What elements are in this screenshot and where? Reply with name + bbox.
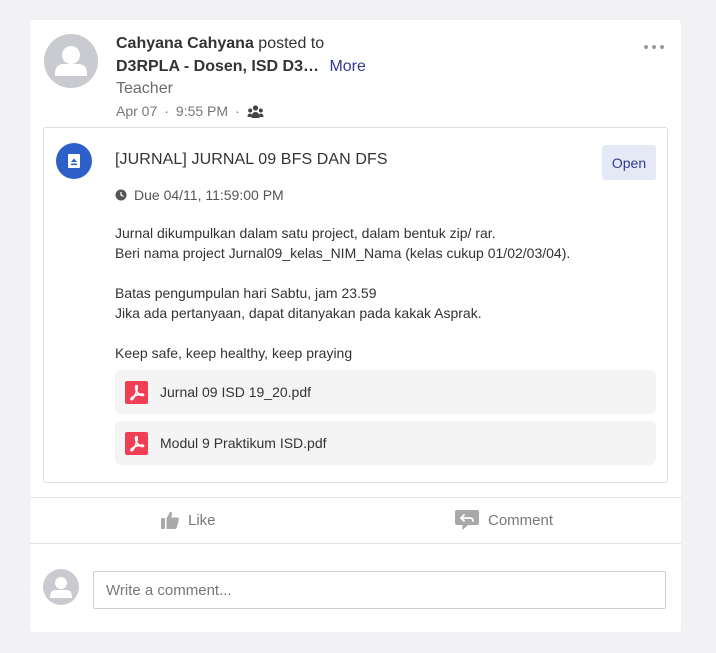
due-text: Due 04/11, 11:59:00 PM [134,187,284,203]
open-button[interactable]: Open [602,145,656,180]
like-button[interactable]: Like [160,508,216,532]
pdf-icon [125,380,148,404]
file-name: Modul 9 Praktikum ISD.pdf [160,435,327,451]
due-date: Due 04/11, 11:59:00 PM [115,187,284,203]
post-time: 9:55 PM [175,103,229,119]
current-user-avatar [43,569,79,605]
pdf-icon [125,431,148,455]
divider [30,497,681,498]
kebab-menu-icon[interactable] [643,40,665,54]
description-line: Jika ada pertanyaan, dapat ditanyakan pa… [115,305,482,321]
assignment-title[interactable]: [JURNAL] JURNAL 09 BFS DAN DFS [115,151,388,169]
group-list[interactable]: D3RPLA - Dosen, ISD D3… [116,58,319,75]
post-meta: Apr 07 · 9:55 PM · [116,103,596,119]
description-line: Keep safe, keep healthy, keep praying [115,345,353,361]
description-line: Beri nama project Jurnal09_kelas_NIM_Nam… [115,245,571,261]
author-role: Teacher [116,80,173,97]
more-link[interactable]: More [329,58,365,75]
file-name: Jurnal 09 ISD 19_20.pdf [160,384,311,400]
post-header: Cahyana Cahyana posted to D3RPLA - Dosen… [116,34,596,119]
comment-icon [455,510,479,530]
meta-separator: · [164,103,169,119]
comment-button[interactable]: Comment [454,508,553,532]
attachment-file[interactable]: Modul 9 Praktikum ISD.pdf [115,421,656,465]
thumbs-up-icon [161,511,179,529]
assignment-card: [JURNAL] JURNAL 09 BFS DAN DFS Open Due … [43,127,668,483]
group-audience-icon[interactable] [247,104,264,119]
meta-separator: · [235,103,240,119]
author-name[interactable]: Cahyana Cahyana [116,35,254,52]
author-line: Cahyana Cahyana posted to [116,34,596,54]
user-avatar-icon [50,577,72,598]
author-avatar[interactable] [44,34,98,88]
assignment-icon [56,143,92,179]
attachment-file[interactable]: Jurnal 09 ISD 19_20.pdf [115,370,656,414]
groups-line: D3RPLA - Dosen, ISD D3… More [116,57,596,77]
comment-label: Comment [488,511,554,529]
post-date: Apr 07 [116,103,158,119]
divider [30,543,681,544]
assignment-description: Jurnal dikumpulkan dalam satu project, d… [115,223,655,363]
description-line: Batas pengumpulan hari Sabtu, jam 23.59 [115,285,377,301]
user-avatar-icon [55,46,87,76]
posted-to-text: posted to [258,35,325,52]
post-card: Cahyana Cahyana posted to D3RPLA - Dosen… [30,20,681,632]
description-line: Jurnal dikumpulkan dalam satu project, d… [115,225,496,241]
comment-input[interactable] [93,571,666,609]
clock-icon [115,189,127,201]
like-label: Like [188,511,216,529]
